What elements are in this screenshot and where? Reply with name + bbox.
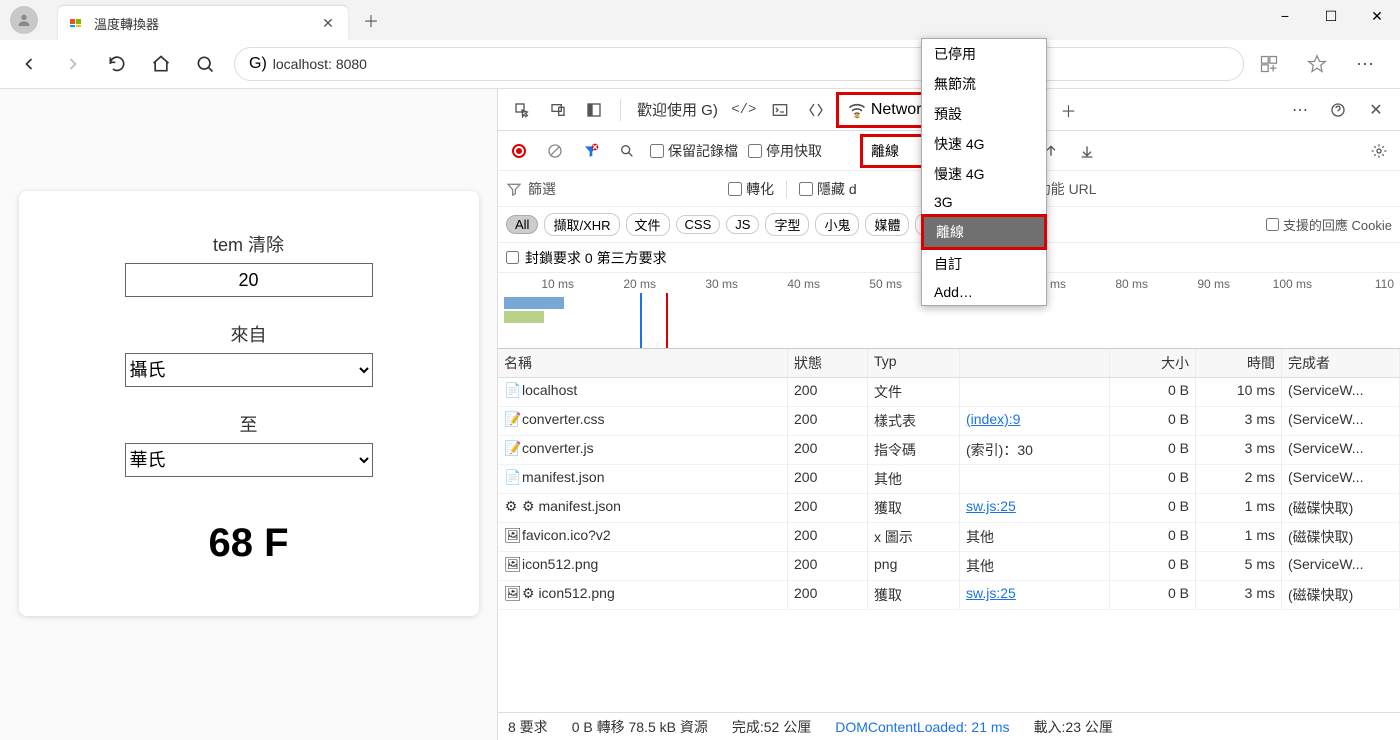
url-prefix: G): [249, 55, 267, 73]
tem-label: tem 清除: [79, 231, 419, 257]
col-head-name[interactable]: 名稱: [498, 349, 788, 377]
block-requests-label: 封鎖要求 0 第三方要求: [525, 248, 667, 268]
devtools-help-icon[interactable]: [1322, 94, 1354, 126]
result-text: 68 F: [79, 521, 419, 566]
status-requests: 8 要求: [508, 717, 548, 737]
hide-data-checkbox[interactable]: 隱藏 d: [799, 179, 857, 199]
col-head-status[interactable]: 狀態: [788, 349, 868, 377]
request-row[interactable]: 📄manifest.json200其他0 B2 ms(ServiceW...: [498, 465, 1400, 494]
throttle-option-無節流[interactable]: 無節流: [922, 69, 1046, 99]
favorites-button[interactable]: [1298, 45, 1336, 83]
dock-icon[interactable]: [578, 94, 610, 126]
tab-favicon: [70, 15, 86, 31]
export-har-icon[interactable]: [1074, 138, 1100, 164]
throttle-option-快速 4G[interactable]: 快速 4G: [922, 129, 1046, 159]
new-tab-button[interactable]: ＋: [356, 5, 386, 35]
throttle-option-預設[interactable]: 預設: [922, 99, 1046, 129]
record-button[interactable]: [506, 138, 532, 164]
request-table: 名稱 狀態 Typ 大小 時間 完成者 📄localhost200文件0 B10…: [498, 349, 1400, 712]
window-close[interactable]: ✕: [1354, 0, 1400, 32]
type-chip-擷取/XHR[interactable]: 擷取/XHR: [544, 213, 619, 236]
filter-icon: [506, 181, 522, 197]
request-row[interactable]: 🖼favicon.ico?v2200x 圖示其他0 B1 ms(磁碟快取): [498, 523, 1400, 552]
type-chip-CSS[interactable]: CSS: [676, 215, 721, 234]
device-toggle-icon[interactable]: [542, 94, 574, 126]
inspect-element-icon[interactable]: [506, 94, 538, 126]
throttle-option-已停用[interactable]: 已停用: [922, 39, 1046, 69]
back-button[interactable]: [10, 45, 48, 83]
type-chip-JS[interactable]: JS: [726, 215, 759, 234]
status-transfer: 0 B 轉移 78.5 kB 資源: [572, 717, 708, 737]
wifi-icon: [847, 100, 867, 120]
converter-card: tem 清除 來自 攝氏 至 華氏 68 F: [19, 191, 479, 616]
to-label: 至: [79, 411, 419, 437]
home-button[interactable]: [142, 45, 180, 83]
clear-button[interactable]: [542, 138, 568, 164]
more-tabs-button[interactable]: ＋: [1053, 94, 1085, 126]
throttle-option-自訂[interactable]: 自訂: [922, 249, 1046, 279]
sources-tab-icon[interactable]: [800, 94, 832, 126]
from-label: 來自: [79, 321, 419, 347]
status-load: 載入:23 公厘: [1034, 717, 1113, 737]
response-cookie-checkbox[interactable]: [1266, 218, 1279, 231]
refresh-button[interactable]: [98, 45, 136, 83]
search-button[interactable]: [186, 45, 224, 83]
elements-tab-icon[interactable]: </>: [728, 94, 760, 126]
network-settings-icon[interactable]: [1366, 138, 1392, 164]
col-head-waterfall[interactable]: 完成者: [1282, 349, 1400, 377]
request-row[interactable]: 🖼icon512.png200png其他0 B5 ms(ServiceW...: [498, 552, 1400, 581]
devtools-more-icon[interactable]: ⋯: [1284, 94, 1316, 126]
invert-checkbox[interactable]: 轉化: [728, 179, 774, 199]
address-bar[interactable]: G) localhost: 8080: [234, 47, 1244, 81]
throttle-option-Add…[interactable]: Add…: [922, 279, 1046, 305]
url-text: localhost: 8080: [273, 56, 367, 72]
block-requests-checkbox[interactable]: [506, 251, 519, 264]
type-chip-文件[interactable]: 文件: [626, 213, 670, 236]
forward-button[interactable]: [54, 45, 92, 83]
network-status-bar: 8 要求 0 B 轉移 78.5 kB 資源 完成:52 公厘 DOMConte…: [498, 712, 1400, 740]
request-row[interactable]: 🖼⚙ icon512.png200獲取sw.js:250 B3 ms(磁碟快取): [498, 581, 1400, 610]
console-tab-icon[interactable]: [764, 94, 796, 126]
temperature-input[interactable]: [125, 263, 373, 297]
preserve-log-checkbox[interactable]: 保留記錄檔: [650, 141, 738, 161]
menu-button[interactable]: ⋯: [1346, 45, 1384, 83]
disable-cache-checkbox[interactable]: 停用快取: [748, 141, 822, 161]
response-cookie-label: 支援的回應 Cookie: [1283, 215, 1392, 234]
throttle-option-3G[interactable]: 3G: [922, 189, 1046, 215]
col-head-initiator[interactable]: [960, 349, 1110, 377]
window-minimize[interactable]: −: [1262, 0, 1308, 32]
browser-tab[interactable]: 溫度轉換器 ✕: [58, 6, 348, 40]
type-chip-媒體[interactable]: 媒體: [865, 213, 909, 236]
throttle-option-慢速 4G[interactable]: 慢速 4G: [922, 159, 1046, 189]
col-head-size[interactable]: 大小: [1110, 349, 1196, 377]
throttling-value: 離線: [871, 141, 899, 161]
request-row[interactable]: 📄localhost200文件0 B10 ms(ServiceW...: [498, 378, 1400, 407]
welcome-tab[interactable]: 歡迎使用 G): [631, 99, 724, 120]
extensions-button[interactable]: [1250, 45, 1288, 83]
throttle-option-離線[interactable]: 離線: [921, 214, 1047, 250]
col-head-time[interactable]: 時間: [1196, 349, 1282, 377]
status-finish: 完成:52 公厘: [732, 717, 811, 737]
window-maximize[interactable]: ☐: [1308, 0, 1354, 32]
search-network-button[interactable]: [614, 138, 640, 164]
page-content: tem 清除 來自 攝氏 至 華氏 68 F: [0, 89, 497, 740]
type-chip-字型[interactable]: 字型: [765, 213, 809, 236]
filter-toggle-button[interactable]: [578, 138, 604, 164]
tab-title: 溫度轉換器: [94, 14, 320, 33]
throttling-dropdown: 已停用無節流預設快速 4G慢速 4G3G離線自訂Add…: [921, 38, 1047, 306]
filter-input[interactable]: 篩選: [506, 179, 716, 199]
profile-avatar[interactable]: [10, 6, 38, 34]
devtools-close-icon[interactable]: ✕: [1360, 94, 1392, 126]
from-select[interactable]: 攝氏: [125, 353, 373, 387]
request-row[interactable]: 📝converter.css200樣式表(index):90 B3 ms(Ser…: [498, 407, 1400, 436]
type-chip-All[interactable]: All: [506, 215, 538, 234]
request-row[interactable]: 📝converter.js200指令碼(索引)：300 B3 ms(Servic…: [498, 436, 1400, 465]
status-dcl: DOMContentLoaded: 21 ms: [835, 719, 1009, 735]
type-chip-小鬼[interactable]: 小鬼: [815, 213, 859, 236]
tab-close-button[interactable]: ✕: [320, 15, 336, 31]
to-select[interactable]: 華氏: [125, 443, 373, 477]
request-row[interactable]: ⚙⚙ manifest.json200獲取sw.js:250 B1 ms(磁碟快…: [498, 494, 1400, 523]
col-head-type[interactable]: Typ: [868, 349, 960, 377]
